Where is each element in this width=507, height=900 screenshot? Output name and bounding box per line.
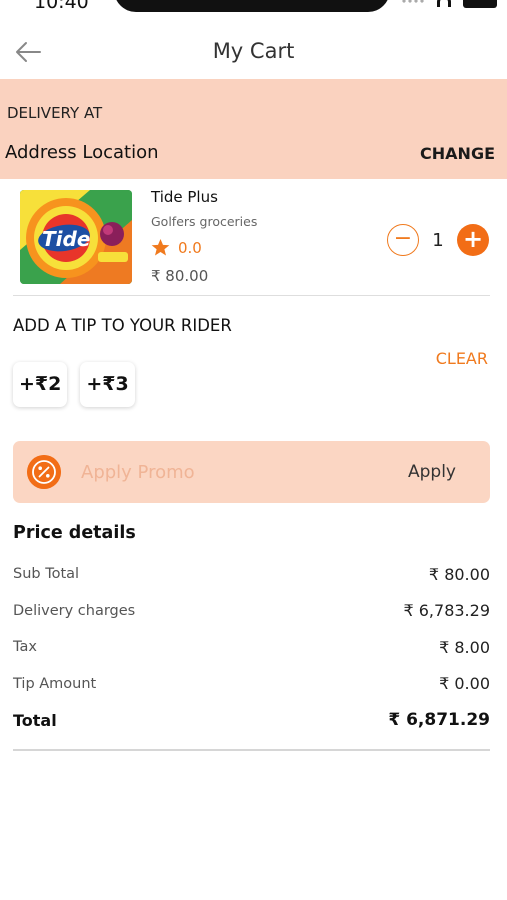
delivery-section: DELIVERY AT Address Location CHANGE <box>0 79 507 179</box>
price-row-delivery-charges: Delivery charges ₹ 6,783.29 <box>13 593 490 630</box>
product-image[interactable]: Tide <box>20 190 132 284</box>
tip-options: +₹2 +₹3 <box>13 362 135 407</box>
status-icons <box>401 0 497 8</box>
clear-tip-button[interactable]: CLEAR <box>436 349 488 368</box>
price-row-subtotal: Sub Total ₹ 80.00 <box>13 556 490 593</box>
price-row-total: Total ₹ 6,871.29 <box>13 702 490 739</box>
product-rating: 0.0 <box>151 238 202 257</box>
price-row-label: Tax <box>13 639 37 656</box>
delivery-label: DELIVERY AT <box>7 104 103 122</box>
tide-logo-image: Tide <box>20 190 132 284</box>
percent-icon <box>27 455 61 489</box>
price-row-label: Sub Total <box>13 566 80 583</box>
product-price: ₹ 80.00 <box>151 267 209 285</box>
tip-option-3[interactable]: +₹3 <box>80 362 135 407</box>
svg-text:Tide: Tide <box>42 227 90 251</box>
plus-icon: + <box>462 225 484 253</box>
total-label: Total <box>13 710 57 730</box>
price-row-label: Delivery charges <box>13 602 136 619</box>
wifi-icon <box>437 0 451 7</box>
rating-value: 0.0 <box>178 238 202 257</box>
page-title: My Cart <box>212 39 295 63</box>
total-value: ₹ 6,871.29 <box>388 710 490 731</box>
apply-promo-button[interactable]: Apply <box>408 462 456 482</box>
price-row-tip-amount: Tip Amount ₹ 0.00 <box>13 666 490 703</box>
price-row-value: ₹ 6,783.29 <box>403 601 490 621</box>
divider <box>13 749 490 751</box>
price-details: Sub Total ₹ 80.00 Delivery charges ₹ 6,7… <box>13 556 490 739</box>
star-icon <box>151 238 170 256</box>
price-row-value: ₹ 0.00 <box>439 674 490 694</box>
decrease-quantity-button[interactable]: − <box>387 224 419 256</box>
price-row-value: ₹ 80.00 <box>428 564 490 584</box>
minus-icon: − <box>393 226 413 251</box>
price-row-value: ₹ 8.00 <box>439 637 490 657</box>
status-time: 10:40 <box>34 0 89 13</box>
quantity-value: 1 <box>432 229 444 251</box>
notch <box>114 0 390 12</box>
tip-title: ADD A TIP TO YOUR RIDER <box>13 316 232 335</box>
app-header: My Cart <box>0 28 507 78</box>
price-row-label: Tip Amount <box>13 675 97 692</box>
promo-code-input[interactable] <box>81 441 381 503</box>
price-details-title: Price details <box>13 523 136 543</box>
tip-option-2[interactable]: +₹2 <box>13 362 68 407</box>
change-address-button[interactable]: CHANGE <box>420 144 495 163</box>
price-row-tax: Tax ₹ 8.00 <box>13 629 490 666</box>
increase-quantity-button[interactable]: + <box>457 224 489 256</box>
product-name[interactable]: Tide Plus <box>151 188 218 206</box>
promo-bar: Apply <box>13 441 490 503</box>
product-store: Golfers groceries <box>151 214 258 229</box>
delivery-address: Address Location <box>5 142 159 163</box>
cart-item: Tide Tide Plus Golfers groceries 0.0 ₹ 8… <box>13 180 490 296</box>
status-bar: 10:40 <box>0 0 507 14</box>
quantity-stepper: − 1 + <box>387 224 489 256</box>
signal-icon <box>401 0 425 4</box>
battery-icon <box>463 0 497 8</box>
